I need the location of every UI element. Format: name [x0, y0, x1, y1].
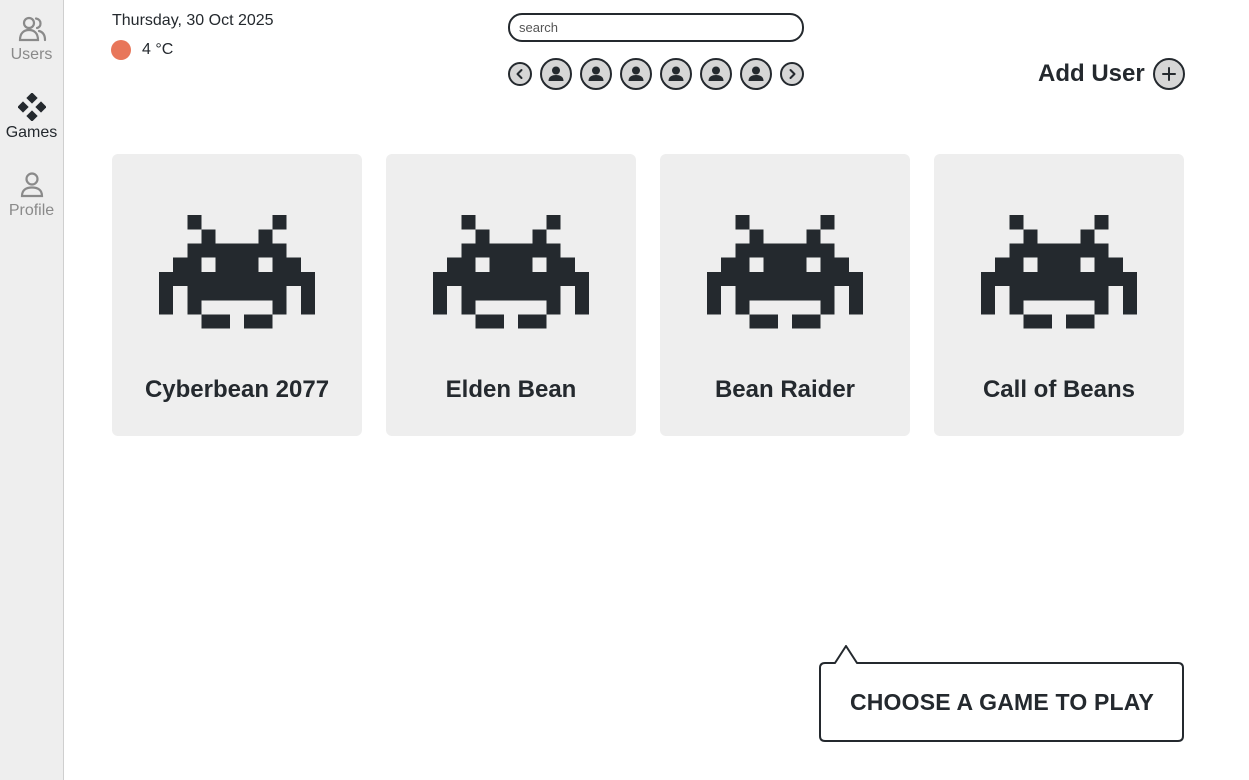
chevron-right-icon[interactable] [780, 62, 804, 86]
game-title: Call of Beans [982, 376, 1136, 403]
user-avatar-icon[interactable] [620, 58, 652, 90]
game-card[interactable]: Call of Beans [934, 154, 1184, 436]
person-icon [17, 170, 47, 200]
gamepad-icon [17, 92, 47, 122]
space-invader-icon [981, 215, 1137, 329]
game-title: Cyberbean 2077 [144, 376, 330, 403]
game-title: Elden Bean [445, 376, 577, 403]
sidebar-item-label: Games [5, 124, 58, 141]
game-title: Bean Raider [714, 376, 856, 403]
user-avatar-icon[interactable] [700, 58, 732, 90]
chevron-left-icon[interactable] [508, 62, 532, 86]
sidebar-item-users[interactable]: Users [0, 14, 63, 64]
sidebar-item-profile[interactable]: Profile [0, 170, 63, 220]
weather-widget: 4 °C [111, 40, 173, 60]
sidebar: Users Games Profile [0, 0, 64, 780]
prompt-text: CHOOSE A GAME TO PLAY [849, 688, 1155, 715]
date-text: Thursday, 30 Oct 2025 [112, 12, 274, 29]
add-user-label: Add User [1038, 60, 1145, 87]
users-icon [17, 14, 47, 44]
user-avatar-icon[interactable] [540, 58, 572, 90]
search-input[interactable] [508, 13, 804, 42]
weather-indicator-icon [111, 40, 131, 60]
user-carousel [508, 58, 808, 90]
user-avatar-icon[interactable] [660, 58, 692, 90]
space-invader-icon [707, 215, 863, 329]
game-card[interactable]: Elden Bean [386, 154, 636, 436]
space-invader-icon [433, 215, 589, 329]
sidebar-item-label: Profile [8, 202, 55, 219]
game-card[interactable]: Bean Raider [660, 154, 910, 436]
temperature-text: 4 °C [142, 41, 174, 58]
game-card[interactable]: Cyberbean 2077 [112, 154, 362, 436]
user-avatar-icon[interactable] [740, 58, 772, 90]
space-invader-icon [159, 215, 315, 329]
sidebar-item-games[interactable]: Games [0, 92, 63, 142]
plus-icon [1152, 58, 1185, 90]
speech-bubble: CHOOSE A GAME TO PLAY [819, 645, 1185, 743]
user-avatar-icon[interactable] [580, 58, 612, 90]
sidebar-item-label: Users [10, 46, 53, 63]
add-user-button[interactable]: Add User [1038, 58, 1185, 90]
